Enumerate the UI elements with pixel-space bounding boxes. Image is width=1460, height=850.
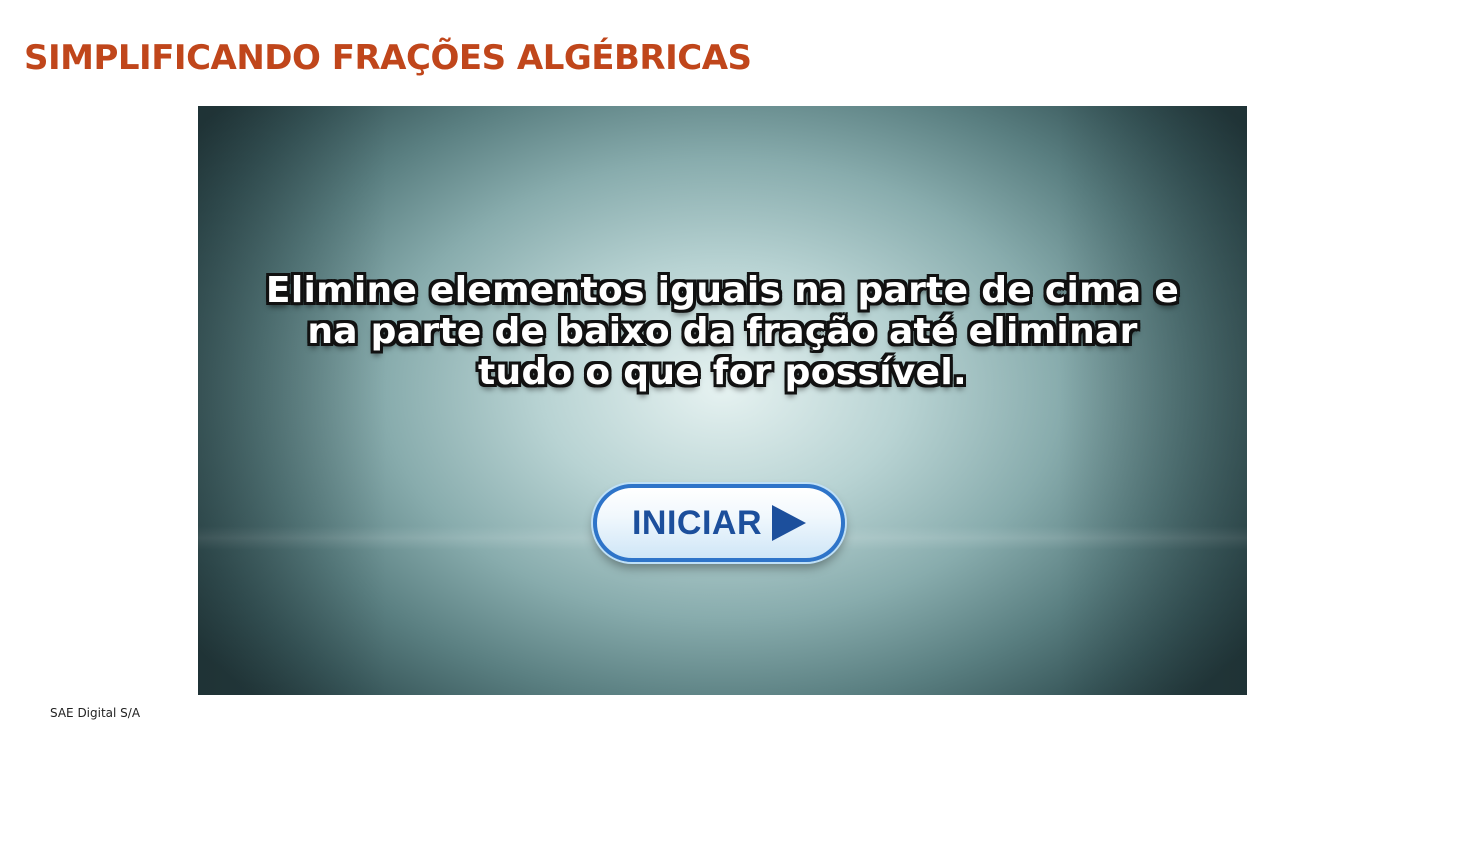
page-title: SIMPLIFICANDO FRAÇÕES ALGÉBRICAS <box>24 38 752 78</box>
start-button[interactable]: INICIAR <box>593 484 845 562</box>
game-instructions: Elimine elementos iguais na parte de cim… <box>265 270 1180 393</box>
game-frame: Elimine elementos iguais na parte de cim… <box>198 106 1247 695</box>
play-triangle-icon <box>772 505 807 541</box>
start-button-label: INICIAR <box>631 503 763 542</box>
page: SIMPLIFICANDO FRAÇÕES ALGÉBRICAS Elimine… <box>0 0 1460 850</box>
footer-credit: SAE Digital S/A <box>50 706 141 720</box>
background-vignette <box>198 106 1247 695</box>
